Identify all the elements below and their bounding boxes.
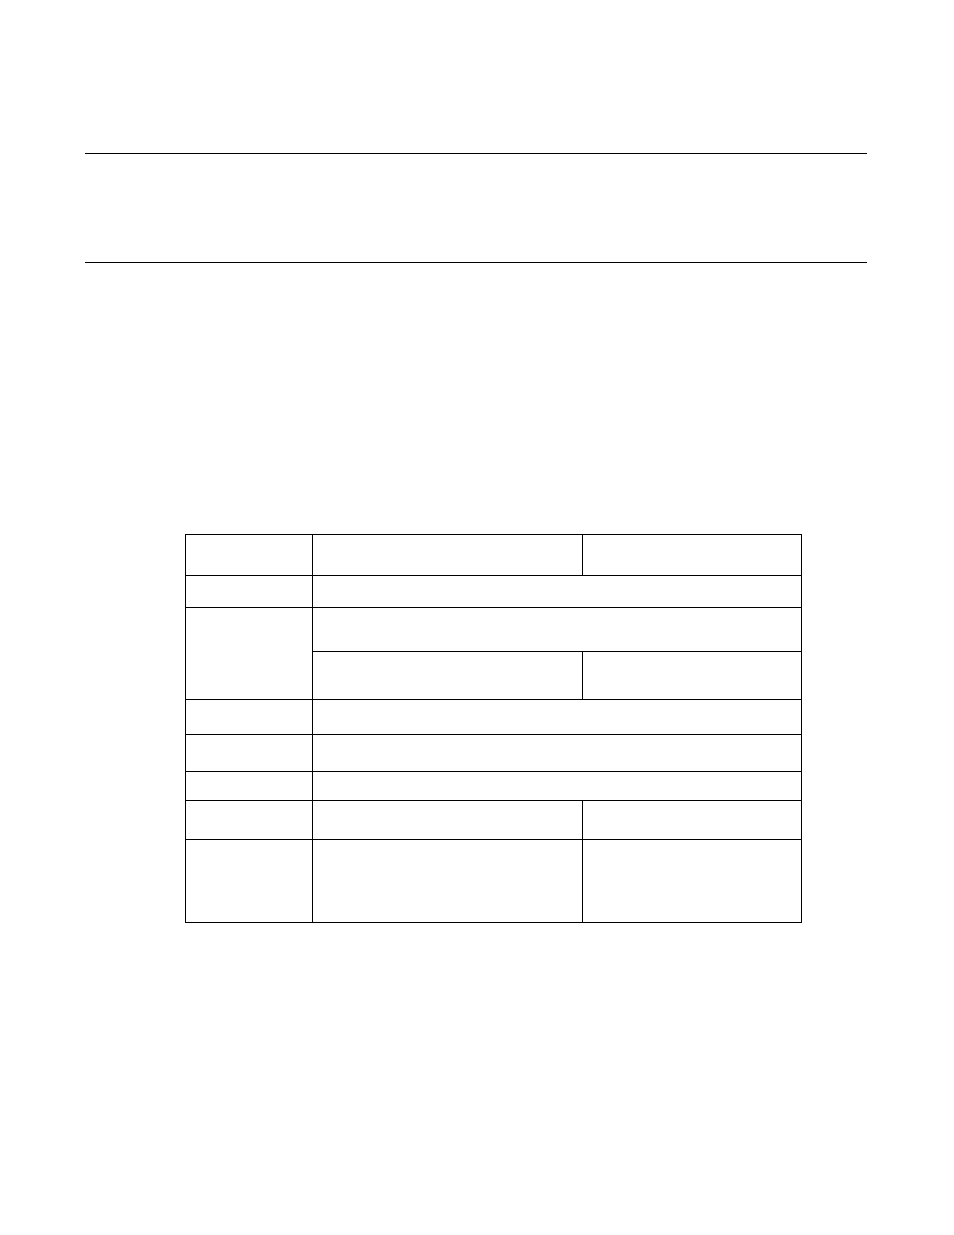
- table-cell: [313, 535, 583, 576]
- table-cell: [186, 801, 313, 840]
- table-row: [186, 576, 802, 608]
- table-row: [186, 535, 802, 576]
- table-cell: [186, 735, 313, 772]
- document-page: [0, 0, 954, 1235]
- table-cell: [186, 535, 313, 576]
- table-cell: [313, 840, 583, 923]
- horizontal-rule-top: [85, 153, 867, 154]
- table-row: [186, 801, 802, 840]
- table-row: [186, 735, 802, 772]
- table-cell: [186, 840, 313, 923]
- table-cell: [583, 652, 802, 700]
- table-cell: [313, 772, 802, 801]
- table-cell: [313, 801, 583, 840]
- table-cell: [583, 535, 802, 576]
- table-cell: [186, 608, 313, 700]
- table-row: [186, 840, 802, 923]
- horizontal-rule-second: [85, 262, 867, 263]
- table-cell: [313, 576, 802, 608]
- table-row: [186, 700, 802, 735]
- table-cell: [313, 608, 802, 652]
- table-cell: [313, 700, 802, 735]
- table-cell: [583, 840, 802, 923]
- table-cell: [186, 772, 313, 801]
- table-cell: [186, 576, 313, 608]
- table-cell: [583, 801, 802, 840]
- data-table: [185, 534, 802, 923]
- table-cell: [313, 735, 802, 772]
- table-row: [186, 772, 802, 801]
- table-cell: [313, 652, 583, 700]
- table-cell: [186, 700, 313, 735]
- table-row: [186, 608, 802, 652]
